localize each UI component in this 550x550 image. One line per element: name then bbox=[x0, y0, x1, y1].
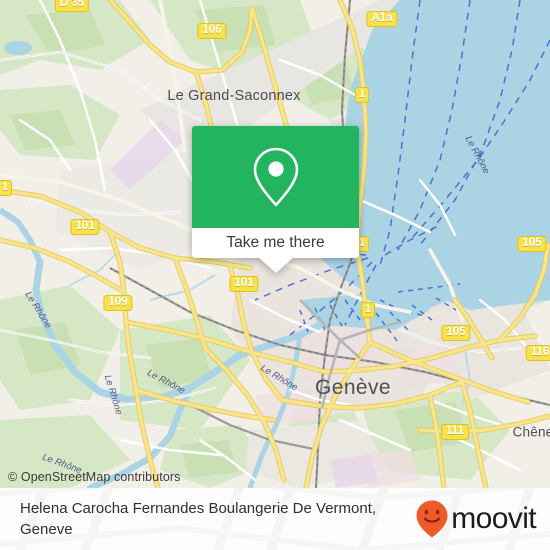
moovit-map-page: Le Rhône Le Rhône Le Rhône Le Rhône Le R… bbox=[0, 0, 550, 550]
road-shield-105: 105 bbox=[517, 236, 547, 252]
road-shield-116: 116 bbox=[525, 345, 550, 361]
road-shield-a1a: A1a bbox=[366, 11, 398, 27]
road-shield-1: 1 bbox=[354, 87, 370, 103]
location-title: Helena Carocha Fernandes Boulangerie De … bbox=[20, 500, 377, 538]
road-shield-1: 1 bbox=[0, 180, 13, 196]
road-shield-109: 109 bbox=[103, 295, 133, 311]
moovit-brand[interactable]: moovit bbox=[415, 499, 537, 539]
road-shield-d35: D 35 bbox=[54, 0, 90, 12]
road-shield-105: 105 bbox=[441, 325, 471, 341]
card-pointer-tail bbox=[258, 258, 293, 273]
place-label-geneve: Genève bbox=[315, 376, 391, 399]
place-label-le-grand-saconnex: Le Grand-Saconnex bbox=[167, 88, 301, 104]
road-shield-1: 1 bbox=[360, 302, 376, 318]
card-pin-area bbox=[192, 126, 359, 228]
footer-bar: Helena Carocha Fernandes Boulangerie De … bbox=[0, 488, 550, 550]
osm-attribution[interactable]: © OpenStreetMap contributors bbox=[8, 470, 181, 484]
road-shield-111: 111 bbox=[441, 424, 469, 440]
road-shield-101: 101 bbox=[229, 276, 259, 292]
moovit-pin-icon bbox=[416, 500, 448, 538]
map-pin-icon bbox=[253, 147, 298, 207]
place-label-chene: Chêne bbox=[512, 424, 550, 440]
moovit-wordmark: moovit bbox=[451, 502, 536, 535]
road-shield-106: 106 bbox=[197, 23, 227, 39]
card-cta-label[interactable]: Take me there bbox=[192, 228, 359, 258]
road-shield-101: 101 bbox=[70, 219, 100, 235]
take-me-there-card[interactable]: Take me there bbox=[192, 126, 359, 273]
